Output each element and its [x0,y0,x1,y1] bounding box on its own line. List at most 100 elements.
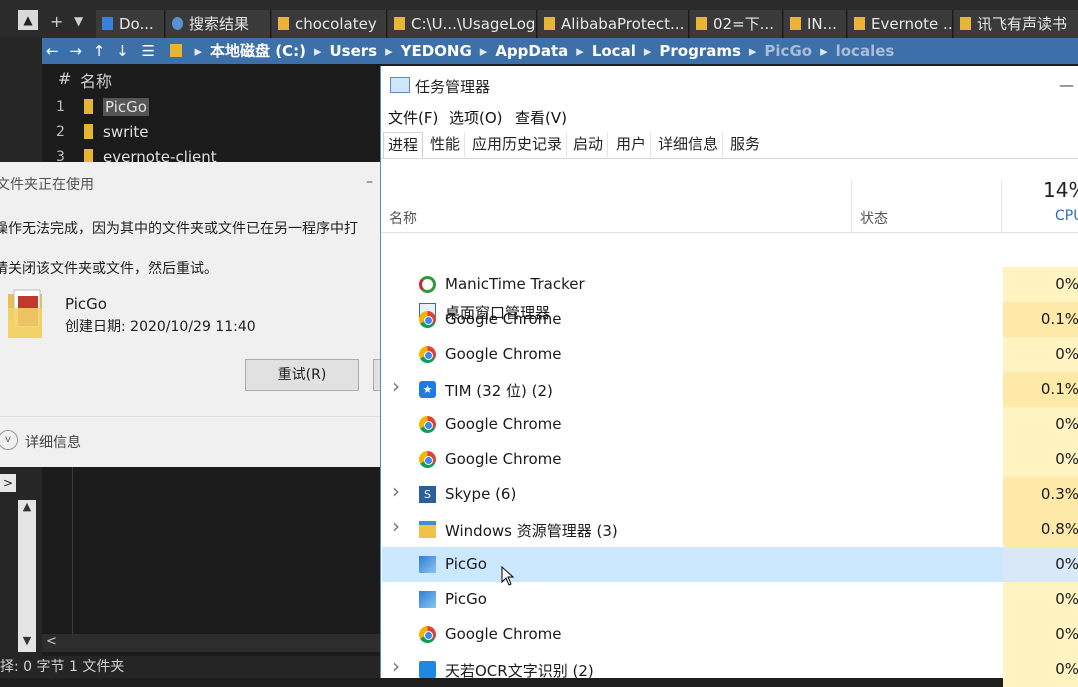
scroll-up-button[interactable]: ▲ [18,10,38,30]
down-icon[interactable]: ↓ [116,42,129,60]
explorer-tab[interactable]: C:\U...\UsageLogs [388,10,537,38]
explorer-tab[interactable]: AlibabaProtect... [538,10,689,38]
vertical-scrollbar[interactable] [18,500,36,652]
breadcrumb-item[interactable]: AppData [495,42,568,60]
cpu-value: 0% [1003,442,1078,477]
column-header: 名称 状态 14% CPU [381,178,1078,233]
breadcrumb-separator-icon[interactable]: ▸ [314,42,322,60]
breadcrumb-item[interactable]: YEDONG [401,42,472,60]
dialog-footer: v 详细信息 [0,416,380,467]
process-row[interactable]: PicGo 0% [382,547,1078,582]
file-row[interactable]: 1 PicGo [42,95,380,120]
tab-label: AlibabaProtect... [561,15,685,33]
process-name: Windows 资源管理器 (3) [445,522,618,540]
process-row[interactable]: Google Chrome 0.1% [382,302,1078,337]
menu-options[interactable]: 选项(O) [449,107,503,128]
tab-strip: 进程 性能 应用历史记录 启动 用户 详细信息 服务 [381,132,1078,159]
tab-processes[interactable]: 进程 [383,132,424,158]
process-name: Google Chrome [445,345,562,363]
expand-chevron-icon[interactable]: › [392,479,400,503]
menu-icon[interactable]: ☰ [141,42,154,60]
scroll-down-arrow-icon[interactable]: ▼ [18,634,36,652]
menu-file[interactable]: 文件(F) [388,107,438,128]
process-row[interactable]: PicGo 0% [382,582,1078,617]
breadcrumb-item[interactable]: Programs [659,42,741,60]
dialog-instruction: 请关闭该文件夹或文件，然后重试。 [0,261,218,277]
process-row[interactable]: Google Chrome 0% [382,442,1078,477]
retry-button[interactable]: 重试(R) [245,359,359,391]
explorer-tab[interactable]: IN... [784,10,847,38]
forward-icon[interactable]: → [69,42,82,60]
breadcrumb-item[interactable]: Local [592,42,636,60]
folder-large-icon [6,288,46,340]
scroll-up-arrow-icon[interactable]: ▲ [18,500,36,518]
explorer-tab[interactable]: 讯飞有声读书 [954,10,1078,38]
menu-view[interactable]: 查看(V) [515,107,567,128]
breadcrumb-item[interactable]: Users [329,42,377,60]
process-row[interactable]: › 天若OCR文字识别 (2) 0% [382,652,1078,687]
column-divider [851,180,852,232]
address-bar[interactable]: ← → ↑ ↓ ☰ ▸ 本地磁盘 (C:) ▸ Users ▸ YEDONG ▸ AppDat… [42,38,1078,64]
expand-chevron-icon[interactable]: › [392,514,400,538]
tab-app-history[interactable]: 应用历史记录 [468,132,568,157]
process-name: PicGo [445,555,487,573]
breadcrumb-item[interactable]: locales [836,42,895,60]
process-row[interactable]: › Windows 资源管理器 (3) 0.8% [382,512,1078,547]
folder-icon [84,124,93,139]
explorer-tab[interactable]: Do... [96,10,165,38]
tab-performance[interactable]: 性能 [426,132,466,157]
breadcrumb-separator-icon[interactable]: ▸ [480,42,488,60]
tim-icon: ★ [419,381,436,398]
breadcrumb-separator-icon[interactable]: ▸ [820,42,828,60]
explorer-icon [419,521,436,538]
breadcrumb-separator-icon[interactable]: ▸ [194,42,202,60]
column-name[interactable]: 名称 [80,68,112,92]
minimize-button[interactable]: — [1059,76,1074,94]
expand-chevron-icon[interactable]: › [392,654,400,678]
tab-scroll-icon[interactable]: ▼ [74,14,83,28]
column-divider [1001,180,1002,232]
details-toggle[interactable]: 详细信息 [25,432,81,452]
expand-chevron-icon[interactable]: › [392,374,400,398]
breadcrumb-separator-icon[interactable]: ▸ [749,42,757,60]
tree-scroll-right-button[interactable]: > [0,474,16,492]
chrome-icon [419,311,436,328]
file-date: 创建日期: 2020/10/29 11:40 [65,319,256,335]
tab-label: Evernote ... [871,15,953,33]
breadcrumb-item[interactable]: 本地磁盘 (C:) [210,42,306,60]
explorer-tab[interactable]: Evernote ... [848,10,953,38]
picgo-icon [419,591,436,608]
process-row[interactable]: › ★ TIM (32 位) (2) 0.1% [382,372,1078,407]
process-row[interactable]: Google Chrome 0% [382,337,1078,372]
process-name: Google Chrome [445,415,562,433]
breadcrumb-separator-icon[interactable]: ▸ [385,42,393,60]
cpu-value: 0% [1003,337,1078,372]
process-row[interactable]: Google Chrome 0% [382,617,1078,652]
minimize-button[interactable]: – [366,174,378,190]
column-status[interactable]: 状态 [860,208,888,228]
breadcrumb-separator-icon[interactable]: ▸ [644,42,652,60]
tab-services[interactable]: 服务 [726,132,764,157]
task-manager-icon [390,77,410,93]
process-row[interactable]: ManicTime Tracker 0% [382,267,1078,302]
breadcrumb-separator-icon[interactable]: ▸ [576,42,584,60]
tab-users[interactable]: 用户 [612,132,652,157]
breadcrumb-item[interactable]: PicGo [764,42,812,60]
column-cpu[interactable]: CPU [1055,208,1078,224]
new-tab-button[interactable]: + [50,12,63,31]
back-icon[interactable]: ← [46,42,59,60]
explorer-tab[interactable]: 02=下... [690,10,783,38]
up-icon[interactable]: ↑ [93,42,106,60]
process-name: TIM (32 位) (2) [445,382,553,400]
process-row[interactable]: › S Skype (6) 0.3% [382,477,1078,512]
scroll-left-arrow-icon[interactable]: < [46,634,57,649]
column-name[interactable]: 名称 [389,208,417,228]
tab-details[interactable]: 详细信息 [654,132,724,157]
process-row[interactable]: Google Chrome 0% [382,407,1078,442]
tab-startup[interactable]: 启动 [569,132,609,157]
explorer-tab[interactable]: 搜索结果 [166,10,271,38]
horizontal-scrollbar[interactable]: < [42,634,380,652]
file-row[interactable]: 2 swrite [42,120,380,145]
chevron-down-icon[interactable]: v [0,430,18,450]
explorer-tab[interactable]: chocolatey [272,10,387,38]
